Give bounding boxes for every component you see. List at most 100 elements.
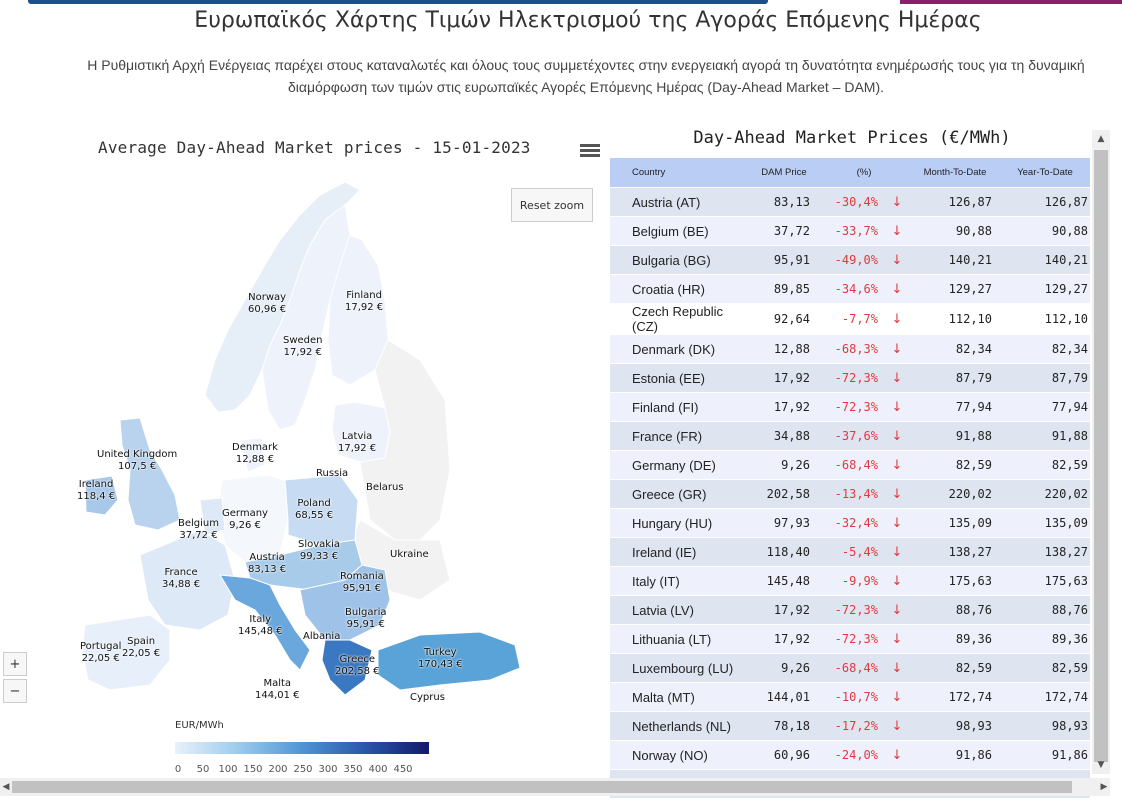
table-row: Denmark (DK) 12,88 -68,3% ↓ 82,34 82,34 — [610, 334, 1090, 364]
down-arrow-icon: ↓ — [884, 303, 910, 335]
cell-pct: -33,7% — [818, 216, 884, 246]
table-row: Hungary (HU) 97,93 -32,4% ↓ 135,09 135,09 — [610, 508, 1090, 538]
map-label-spain: Spain 22,05 € — [122, 636, 161, 659]
scroll-right-icon[interactable]: ▶ — [1098, 778, 1110, 796]
table-row: Czech Republic (CZ) 92,64 -7,7% ↓ 112,10 112,… — [610, 303, 1090, 335]
cell-pct: -30,4% — [818, 187, 884, 217]
cell-country: Bulgaria (BG) — [610, 245, 750, 275]
cell-year-to-date: 89,36 — [1000, 624, 1090, 654]
cell-country: Denmark (DK) — [610, 334, 750, 364]
header-pct[interactable]: (%) — [818, 158, 910, 188]
map-label-belarus: Belarus — [366, 482, 404, 493]
scroll-left-icon[interactable]: ◀ — [0, 778, 12, 796]
horizontal-scrollbar[interactable]: ◀ ▶ — [0, 778, 1110, 796]
cell-country: Hungary (HU) — [610, 508, 750, 538]
vertical-scroll-thumb[interactable] — [1094, 150, 1108, 762]
down-arrow-icon: ↓ — [884, 363, 910, 393]
cell-pct: -72,3% — [818, 392, 884, 422]
legend-tick-label: 350 — [343, 764, 363, 775]
down-arrow-icon: ↓ — [884, 682, 910, 712]
map-title: Average Day-Ahead Market prices - 15-01-… — [98, 138, 531, 157]
cell-dam-price: 12,88 — [750, 334, 818, 364]
table-row: Greece (GR) 202,58 -13,4% ↓ 220,02 220,02 — [610, 479, 1090, 509]
top-accent-blue — [28, 0, 768, 4]
header-dam-price[interactable]: DAM Price — [750, 158, 818, 188]
cell-dam-price: 95,91 — [750, 245, 818, 275]
vertical-scrollbar[interactable]: ▲ ▼ — [1092, 130, 1110, 774]
cell-year-to-date: 88,76 — [1000, 595, 1090, 625]
top-accent-bar — [0, 0, 1122, 4]
cell-country: Germany (DE) — [610, 450, 750, 480]
map-label-italy: Italy 145,48 € — [238, 614, 283, 637]
cell-month-to-date: 89,36 — [910, 624, 1000, 654]
table-title: Day-Ahead Market Prices (€/MWh) — [693, 128, 1011, 148]
cell-dam-price: 97,93 — [750, 508, 818, 538]
legend-tick-label: 100 — [218, 764, 238, 775]
cell-year-to-date: 140,21 — [1000, 245, 1090, 275]
cell-country: France (FR) — [610, 421, 750, 451]
map-label-bulgaria: Bulgaria 95,91 € — [345, 607, 387, 630]
map-label-russia: Russia — [316, 468, 349, 479]
table-body: Austria (AT) 83,13 -30,4% ↓ 126,87 126,87 Belg… — [610, 187, 1090, 798]
down-arrow-icon: ↓ — [884, 450, 910, 480]
header-country[interactable]: Country — [610, 158, 750, 188]
map-label-latvia: Latvia 17,92 € — [338, 431, 377, 454]
header-ytd[interactable]: Year-To-Date — [1000, 158, 1090, 188]
map-label-poland: Poland 68,55 € — [295, 498, 334, 521]
map-label-romania: Romania 95,91 € — [340, 571, 384, 594]
cell-month-to-date: 129,27 — [910, 274, 1000, 304]
cell-year-to-date: 82,59 — [1000, 450, 1090, 480]
header-mtd[interactable]: Month-To-Date — [910, 158, 1000, 188]
legend-color-scale — [175, 742, 429, 754]
map-label-cyprus: Cyprus — [410, 692, 445, 703]
cell-year-to-date: 82,59 — [1000, 653, 1090, 683]
legend-tick-label: 0 — [174, 764, 182, 775]
down-arrow-icon: ↓ — [884, 245, 910, 275]
legend-tick-label: 200 — [268, 764, 288, 775]
cell-dam-price: 37,72 — [750, 216, 818, 246]
down-arrow-icon: ↓ — [884, 624, 910, 654]
cell-pct: -72,3% — [818, 624, 884, 654]
legend-title: EUR/MWh — [175, 720, 224, 731]
cell-dam-price: 17,92 — [750, 392, 818, 422]
cell-dam-price: 83,13 — [750, 187, 818, 217]
cell-year-to-date: 77,94 — [1000, 392, 1090, 422]
cell-country: Croatia (HR) — [610, 274, 750, 304]
map-label-portugal: Portugal 22,05 € — [80, 641, 122, 664]
down-arrow-icon: ↓ — [884, 392, 910, 422]
map-label-sweden: Sweden 17,92 € — [283, 335, 323, 358]
cell-pct: -5,4% — [818, 537, 884, 567]
cell-pct: -68,4% — [818, 450, 884, 480]
cell-dam-price: 118,40 — [750, 537, 818, 567]
prices-table-container[interactable]: Country DAM Price (%) Month-To-Date Year… — [610, 158, 1090, 798]
cell-month-to-date: 172,74 — [910, 682, 1000, 712]
legend-tick-label: 50 — [196, 764, 210, 775]
cell-pct: -17,2% — [818, 711, 884, 741]
map-label-germany: Germany 9,26 € — [222, 508, 268, 531]
table-row: Luxembourg (LU) 9,26 -68,4% ↓ 82,59 82,59 — [610, 653, 1090, 683]
scroll-down-icon[interactable]: ▼ — [1092, 756, 1110, 774]
cell-year-to-date: 90,88 — [1000, 216, 1090, 246]
cell-pct: -68,4% — [818, 653, 884, 683]
map-label-malta: Malta 144,01 € — [255, 678, 300, 701]
table-row: Croatia (HR) 89,85 -34,6% ↓ 129,27 129,27 — [610, 274, 1090, 304]
horizontal-scroll-thumb[interactable] — [12, 781, 1072, 793]
down-arrow-icon: ↓ — [884, 421, 910, 451]
down-arrow-icon: ↓ — [884, 711, 910, 741]
intro-paragraph: Η Ρυθμιστική Αρχή Ενέργειας παρέχει στου… — [87, 57, 1085, 95]
down-arrow-icon: ↓ — [884, 216, 910, 246]
map-region-uk — [119, 417, 181, 531]
cell-country: Estonia (EE) — [610, 363, 750, 393]
down-arrow-icon: ↓ — [884, 334, 910, 364]
table-row: Italy (IT) 145,48 -9,9% ↓ 175,63 175,63 — [610, 566, 1090, 596]
cell-country: Finland (FI) — [610, 392, 750, 422]
cell-dam-price: 17,92 — [750, 595, 818, 625]
scroll-up-icon[interactable]: ▲ — [1092, 130, 1110, 148]
cell-dam-price: 17,92 — [750, 624, 818, 654]
cell-dam-price: 145,48 — [750, 566, 818, 596]
cell-month-to-date: 126,87 — [910, 187, 1000, 217]
cell-dam-price: 78,18 — [750, 711, 818, 741]
legend-tick-label: 250 — [293, 764, 313, 775]
chart-menu-icon[interactable] — [580, 142, 600, 160]
legend-tick-label: 400 — [368, 764, 388, 775]
